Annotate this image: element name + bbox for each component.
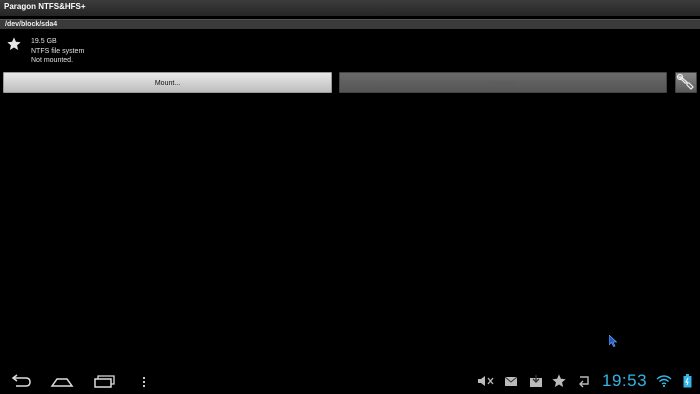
star-icon[interactable] (6, 36, 22, 52)
star-icon[interactable] (551, 373, 567, 389)
device-info: 19.5 GB NTFS file system Not mounted. (31, 37, 84, 66)
download-icon[interactable] (528, 373, 544, 389)
device-filesystem: NTFS file system (31, 47, 85, 55)
wifi-icon (656, 375, 672, 388)
device-status: Not mounted. (31, 57, 74, 64)
wrench-icon (676, 73, 694, 90)
mute-icon[interactable] (476, 373, 496, 389)
mouse-cursor-icon (609, 335, 617, 347)
status-clock: 19:53 (602, 371, 648, 390)
back-icon[interactable] (10, 373, 32, 389)
device-path: /dev/block/sda4 (5, 21, 58, 28)
battery-icon (683, 374, 692, 388)
home-icon[interactable] (50, 373, 74, 389)
app-title-bar: Paragon NTFS&HFS+ (0, 0, 700, 16)
device-size: 19.5 GB (31, 38, 57, 45)
mail-icon[interactable] (503, 373, 519, 389)
tool-button[interactable] (675, 72, 697, 93)
device-path-header: /dev/block/sda4 (0, 19, 700, 29)
mount-button[interactable]: Mount... (3, 72, 332, 93)
recent-apps-icon[interactable] (93, 373, 115, 389)
unmount-button[interactable]: Unmount (339, 72, 667, 93)
app-title: Paragon NTFS&HFS+ (4, 2, 86, 11)
system-navigation-bar: 19:53 (0, 370, 700, 394)
sync-icon[interactable] (576, 373, 592, 389)
menu-icon[interactable] (140, 373, 148, 389)
